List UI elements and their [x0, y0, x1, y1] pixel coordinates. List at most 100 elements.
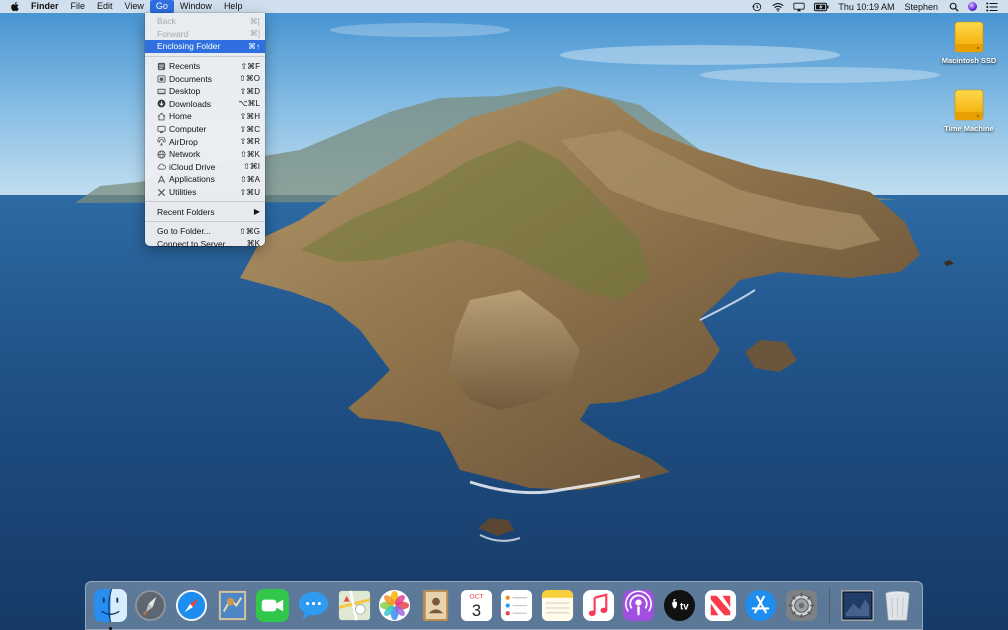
- menu-item-label: Computer: [169, 124, 207, 135]
- go-menu-documents[interactable]: Documents ⇧⌘O: [145, 72, 265, 85]
- menu-item-shortcut: ⇧⌘U: [239, 187, 260, 197]
- go-menu-back[interactable]: Back ⌘[: [145, 15, 265, 28]
- dock-divider: [828, 587, 830, 624]
- menu-item-label: Enclosing Folder: [157, 41, 221, 52]
- dock-app-launchpad[interactable]: [133, 587, 170, 624]
- menu-bar-left: Finder File Edit View Go Window Help: [10, 0, 248, 13]
- dock-app-mail[interactable]: [214, 587, 251, 624]
- utilities-icon: [157, 188, 166, 197]
- menu-file[interactable]: File: [65, 0, 92, 13]
- go-menu-network[interactable]: Network ⇧⌘K: [145, 148, 265, 161]
- dock-app-reminders[interactable]: [499, 587, 536, 624]
- menu-item-label: AirDrop: [169, 136, 198, 147]
- external-drive-icon: [954, 88, 984, 122]
- clock-datetime[interactable]: Thu 10:19 AM: [833, 2, 899, 12]
- dock-trash[interactable]: [879, 587, 916, 624]
- menu-view[interactable]: View: [119, 0, 150, 13]
- menu-item-label: Downloads: [169, 98, 212, 109]
- menu-item-label: iCloud Drive: [169, 161, 216, 172]
- menu-item-shortcut: ⌥⌘L: [238, 99, 260, 109]
- dock-app-notes[interactable]: [539, 587, 576, 624]
- spotlight-search-icon[interactable]: [947, 1, 960, 12]
- menu-item-shortcut: ⌘K: [246, 239, 260, 249]
- menu-item-label: Home: [169, 111, 192, 122]
- menu-item-shortcut: ⇧⌘O: [239, 74, 260, 84]
- menu-finder[interactable]: Finder: [25, 0, 65, 13]
- dock-app-messages[interactable]: [295, 587, 332, 624]
- computer-icon: [157, 125, 166, 134]
- menu-item-label: Connect to Server...: [157, 238, 233, 249]
- dock-app-podcasts[interactable]: [621, 587, 658, 624]
- dock-app-maps[interactable]: [336, 587, 373, 624]
- menu-item-shortcut: ⇧⌘K: [239, 149, 260, 159]
- dock-app-finder[interactable]: [92, 587, 129, 630]
- go-menu-connect-to-server[interactable]: Connect to Server... ⌘K: [145, 238, 265, 251]
- calendar-day: 3: [472, 601, 481, 620]
- calendar-icon: OCT 3: [460, 589, 492, 622]
- menu-item-label: Documents: [169, 73, 212, 84]
- menu-go[interactable]: Go: [149, 0, 174, 13]
- apple-logo-icon[interactable]: [10, 1, 19, 12]
- applications-icon: [157, 175, 166, 184]
- dock-app-facetime[interactable]: [255, 587, 292, 624]
- menu-window[interactable]: Window: [174, 0, 218, 13]
- go-menu-utilities[interactable]: Utilities ⇧⌘U: [145, 186, 265, 199]
- menu-item-label: Network: [169, 149, 201, 160]
- go-menu-desktop[interactable]: Desktop ⇧⌘D: [145, 85, 265, 98]
- safari-icon: [176, 589, 208, 622]
- go-menu-downloads[interactable]: Downloads ⌥⌘L: [145, 98, 265, 111]
- contacts-icon: [422, 589, 449, 622]
- go-menu-recent-folders[interactable]: Recent Folders ▶: [145, 205, 265, 218]
- dock-app-music[interactable]: [580, 587, 617, 624]
- dock-app-safari[interactable]: [173, 587, 210, 624]
- go-menu-go-to-folder[interactable]: Go to Folder... ⇧⌘G: [145, 225, 265, 238]
- app-store-icon: [745, 589, 777, 622]
- menu-item-label: Utilities: [169, 187, 197, 198]
- dock-app-calendar[interactable]: OCT 3: [458, 587, 495, 624]
- messages-icon: [299, 591, 329, 620]
- menu-help[interactable]: Help: [218, 0, 249, 13]
- network-icon: [157, 150, 166, 159]
- go-menu-forward[interactable]: Forward ⌘]: [145, 28, 265, 41]
- dock-downloads-stack[interactable]: [839, 587, 876, 624]
- reminders-icon: [501, 589, 533, 622]
- menu-item-label: Recents: [169, 61, 201, 72]
- go-menu-applications[interactable]: Applications ⇧⌘A: [145, 173, 265, 186]
- menu-item-label: Back: [157, 16, 176, 27]
- documents-icon: [157, 74, 166, 83]
- dock-app-photos[interactable]: [377, 587, 414, 624]
- notes-icon: [541, 589, 574, 622]
- podcasts-icon: [623, 589, 655, 622]
- dock-app-contacts[interactable]: [417, 587, 454, 624]
- launchpad-icon: [135, 589, 167, 622]
- downloads-icon: [157, 99, 166, 108]
- go-menu-computer[interactable]: Computer ⇧⌘C: [145, 123, 265, 136]
- dock: OCT 3 tv: [85, 581, 923, 630]
- dock-app-system-preferences[interactable]: [783, 587, 820, 624]
- dock-app-app-store[interactable]: [743, 587, 780, 624]
- battery-icon[interactable]: [813, 1, 829, 12]
- menu-edit[interactable]: Edit: [91, 0, 119, 13]
- go-menu-dropdown: Back ⌘[ Forward ⌘] Enclosing Folder ⌘↑ R…: [145, 13, 265, 249]
- desktop-icon-macintosh-ssd[interactable]: Macintosh SSD: [939, 20, 999, 65]
- airplay-icon[interactable]: [792, 1, 805, 12]
- notification-center-icon[interactable]: [985, 1, 998, 12]
- menu-bar-status: Thu 10:19 AM Stephen: [746, 0, 1002, 13]
- siri-icon[interactable]: [968, 2, 977, 11]
- go-menu-airdrop[interactable]: AirDrop ⇧⌘R: [145, 135, 265, 148]
- wifi-icon[interactable]: [771, 1, 784, 12]
- tv-label: tv: [680, 601, 689, 612]
- go-menu-enclosing-folder[interactable]: Enclosing Folder ⌘↑: [145, 40, 265, 53]
- go-menu-home[interactable]: Home ⇧⌘H: [145, 110, 265, 123]
- dock-app-tv[interactable]: tv: [661, 587, 698, 624]
- time-machine-icon[interactable]: [750, 1, 763, 12]
- go-menu-icloud-drive[interactable]: iCloud Drive ⇧⌘I: [145, 161, 265, 174]
- menu-item-label: Go to Folder...: [157, 226, 211, 237]
- trash-icon: [885, 591, 910, 621]
- desktop-icon-time-machine[interactable]: Time Machine: [939, 88, 999, 133]
- go-menu-recents[interactable]: Recents ⇧⌘F: [145, 60, 265, 73]
- dock-app-news[interactable]: [702, 587, 739, 624]
- menu-item-shortcut: ⇧⌘H: [239, 111, 260, 121]
- mail-icon: [218, 590, 246, 621]
- user-name-menu[interactable]: Stephen: [899, 2, 943, 12]
